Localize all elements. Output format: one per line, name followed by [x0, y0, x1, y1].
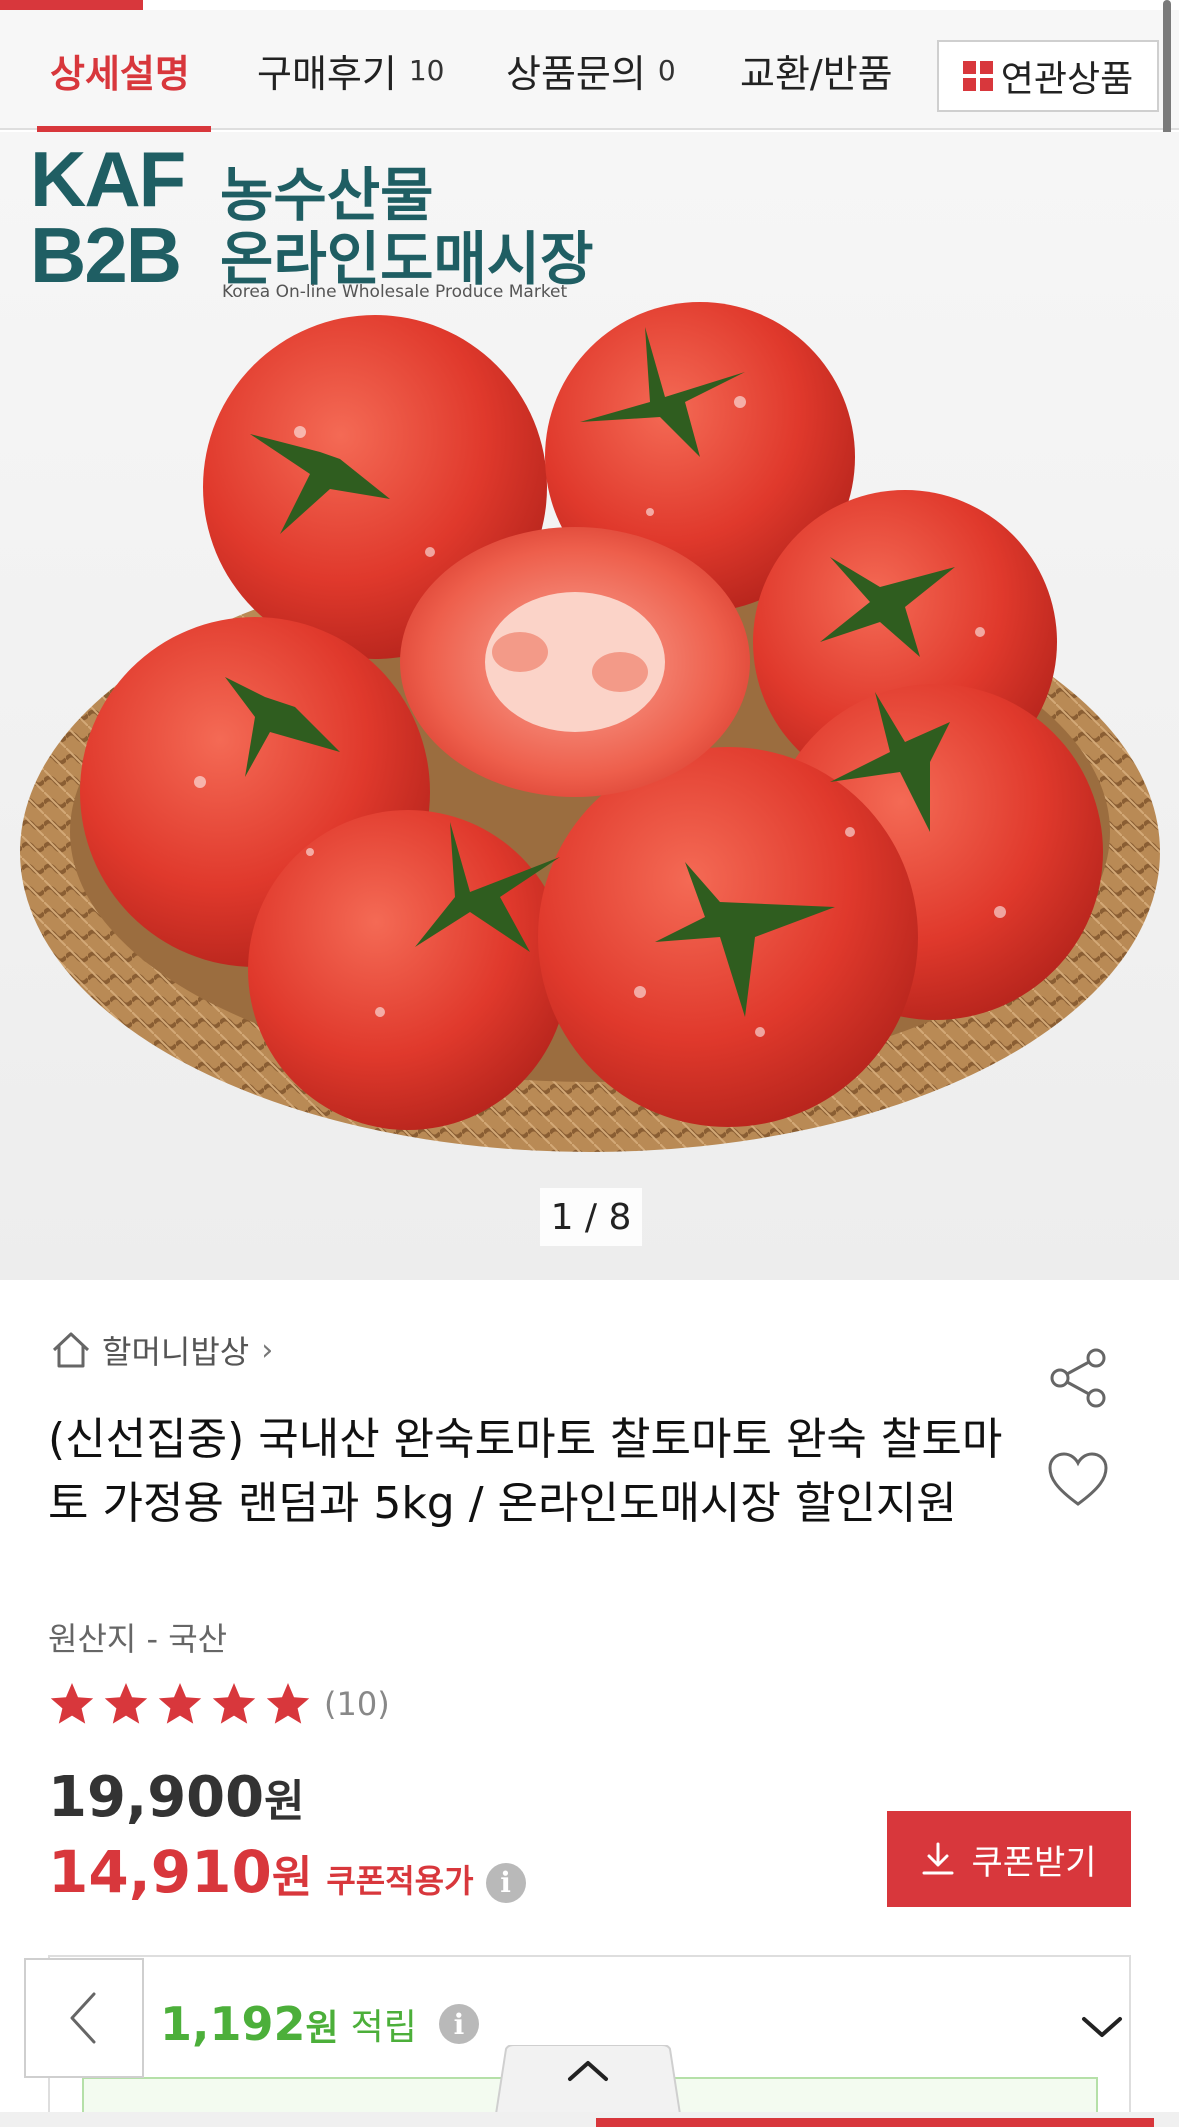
get-coupon-button[interactable]: 쿠폰받기	[887, 1811, 1131, 1907]
store-name: 할머니밥상	[102, 1333, 250, 1371]
tab-detail-label: 상세설명	[50, 51, 190, 96]
points-row: 1,192원 적립 i	[160, 1997, 479, 2051]
tab-inquiries[interactable]: 상품문의 0	[506, 10, 676, 130]
top-progress-accent	[0, 0, 143, 10]
coupon-price: 14,910 원 쿠폰적용가 i	[48, 1838, 526, 1906]
tomato-basket-image	[20, 302, 1160, 1152]
original-price-value: 19,900	[48, 1765, 265, 1830]
chevron-down-icon[interactable]	[1080, 2013, 1124, 2041]
info-icon[interactable]: i	[438, 2004, 479, 2044]
coupon-price-currency: 원	[271, 1852, 313, 1903]
original-price-currency: 원	[264, 1776, 305, 1827]
home-icon	[52, 1332, 90, 1368]
coupon-price-label: 쿠폰적용가	[326, 1862, 474, 1900]
points-label: 적립	[350, 2007, 417, 2048]
share-icon[interactable]	[1046, 1346, 1110, 1410]
tab-returns[interactable]: 교환/반품	[740, 10, 893, 130]
related-products-button[interactable]: 연관상품	[937, 40, 1159, 112]
heart-icon[interactable]	[1046, 1450, 1110, 1510]
tab-inquiries-count: 0	[657, 53, 676, 87]
points-amount: 1,192원	[160, 1997, 339, 2051]
logo-b2b-text: B2B	[30, 211, 182, 299]
original-price: 19,900원	[48, 1765, 305, 1830]
rating-count: (10)	[324, 1685, 390, 1723]
product-title: (신선집중) 국내산 완숙토마토 찰토마토 완숙 찰토마토 가정용 랜덤과 5k…	[48, 1414, 1003, 1529]
star-icon	[158, 1683, 202, 1724]
points-currency: 원	[305, 2008, 339, 2049]
image-counter: 1 / 8	[540, 1188, 642, 1246]
store-link[interactable]: 할머니밥상 ›	[50, 1330, 274, 1371]
get-coupon-label: 쿠폰받기	[971, 1842, 1097, 1883]
star-icon	[104, 1683, 148, 1724]
top-progress-strip	[0, 0, 1179, 10]
tab-reviews[interactable]: 구매후기 10	[257, 10, 444, 130]
buy-button-edge[interactable]	[596, 2118, 1154, 2127]
logo-kaf-text: KAF	[30, 135, 186, 223]
bottom-action-bar	[0, 2112, 1179, 2127]
product-image-carousel[interactable]: KAF B2B 농수산물 온라인도매시장 Korea On-line Whole…	[0, 132, 1179, 1280]
coupon-price-value: 14,910	[48, 1838, 272, 1906]
tab-reviews-count: 10	[408, 53, 445, 87]
points-value: 1,192	[160, 1997, 306, 2051]
detail-tab-bar: 상세설명 구매후기 10 상품문의 0 교환/반품 연관상품	[0, 10, 1179, 130]
star-icon	[50, 1683, 94, 1724]
star-icon	[266, 1683, 310, 1724]
grid-icon	[962, 61, 993, 91]
chevron-right-icon: ›	[261, 1332, 274, 1368]
info-icon[interactable]: i	[485, 1862, 526, 1903]
back-button[interactable]	[24, 1958, 144, 2078]
related-products-label: 연관상품	[1000, 59, 1134, 100]
chevron-left-icon	[70, 1992, 96, 2044]
tab-returns-label: 교환/반품	[740, 51, 893, 96]
tab-detail[interactable]: 상세설명	[50, 10, 190, 130]
product-origin: 원산지 - 국산	[48, 1620, 228, 1658]
logo-subtitle: Korea On-line Wholesale Produce Market	[222, 282, 568, 302]
product-rating[interactable]: (10)	[48, 1680, 390, 1728]
download-icon	[922, 1842, 954, 1875]
tab-reviews-label: 구매후기	[257, 51, 397, 96]
tab-inquiries-label: 상품문의	[506, 51, 646, 96]
star-icon	[212, 1683, 256, 1724]
